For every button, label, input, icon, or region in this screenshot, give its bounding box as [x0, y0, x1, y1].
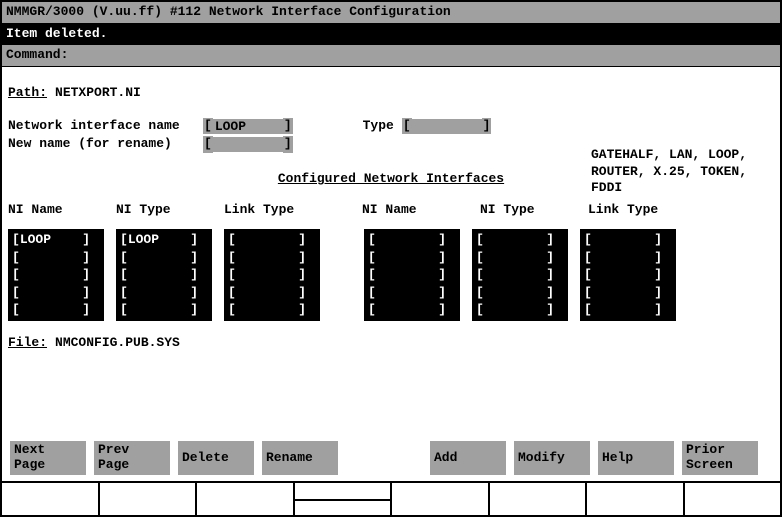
table-cell[interactable]: [ ]	[584, 284, 672, 302]
table-cell[interactable]: [ ]	[228, 231, 316, 249]
grid-left: [LOOP ] [ ] [ ] [ ] [ ] [LOOP ] [ ] [ ] …	[8, 229, 320, 321]
col-ni-type: NI Type	[480, 202, 588, 219]
fn-spacer	[346, 441, 422, 475]
bracket: ]	[283, 136, 293, 153]
table-cell[interactable]: [ ]	[120, 266, 208, 284]
column-headers: NI Name NI Type Link Type NI Name NI Typ…	[8, 202, 774, 219]
table-cell[interactable]: [ ]	[368, 301, 456, 319]
ni-name-input[interactable]	[213, 119, 283, 134]
table-cell[interactable]: [LOOP ]	[120, 231, 208, 249]
table-cell[interactable]: [LOOP ]	[12, 231, 100, 249]
col-ni-name-data: [ ] [ ] [ ] [ ] [ ]	[364, 229, 460, 321]
fn-delete[interactable]: Delete	[178, 441, 254, 475]
file-label: File:	[8, 335, 47, 352]
box	[197, 483, 295, 515]
table-cell[interactable]: [ ]	[368, 231, 456, 249]
box	[295, 483, 393, 515]
grid-right: [ ] [ ] [ ] [ ] [ ] [ ] [ ] [ ] [ ]	[364, 229, 676, 321]
box	[2, 483, 100, 515]
status-bar: Item deleted.	[2, 24, 780, 45]
col-link-type: Link Type	[224, 202, 362, 219]
new-name-label: New name (for rename)	[8, 136, 203, 153]
table-cell[interactable]: [ ]	[368, 249, 456, 267]
new-name-input[interactable]	[213, 137, 283, 152]
fn-add[interactable]: Add	[430, 441, 506, 475]
table-cell[interactable]: [ ]	[476, 249, 564, 267]
table-cell[interactable]: [ ]	[120, 249, 208, 267]
table-cell[interactable]: [ ]	[584, 301, 672, 319]
box	[392, 483, 490, 515]
col-ni-type-data: [ ] [ ] [ ] [ ] [ ]	[472, 229, 568, 321]
table-cell[interactable]: [ ]	[476, 266, 564, 284]
table-cell[interactable]: [ ]	[120, 284, 208, 302]
fn-next-page[interactable]: Next Page	[10, 441, 86, 475]
table-cell[interactable]: [ ]	[228, 284, 316, 302]
command-bar[interactable]: Command:	[2, 45, 780, 67]
title-bar: NMMGR/3000 (V.uu.ff) #112 Network Interf…	[2, 2, 780, 24]
ni-name-label: Network interface name	[8, 118, 203, 135]
type-help: GATEHALF, LAN, LOOP, ROUTER, X.25, TOKEN…	[591, 147, 766, 198]
col-ni-name: NI Name	[8, 202, 116, 219]
box	[490, 483, 588, 515]
fn-modify[interactable]: Modify	[514, 441, 590, 475]
table-cell[interactable]: [ ]	[12, 249, 100, 267]
bracket: ]	[283, 118, 293, 135]
main-area: Path: NETXPORT.NI GATEHALF, LAN, LOOP, R…	[2, 67, 780, 358]
table-cell[interactable]: [ ]	[584, 231, 672, 249]
col-ni-type-data: [LOOP ] [ ] [ ] [ ] [ ]	[116, 229, 212, 321]
table-cell[interactable]: [ ]	[12, 266, 100, 284]
col-ni-name-data: [LOOP ] [ ] [ ] [ ] [ ]	[8, 229, 104, 321]
fn-prior-screen[interactable]: Prior Screen	[682, 441, 758, 475]
type-label: Type	[363, 118, 394, 135]
col-link-type: Link Type	[588, 202, 698, 219]
col-ni-type: NI Type	[116, 202, 224, 219]
table-cell[interactable]: [ ]	[12, 284, 100, 302]
command-label: Command:	[6, 47, 68, 62]
table-cell[interactable]: [ ]	[476, 231, 564, 249]
col-link-type-data: [ ] [ ] [ ] [ ] [ ]	[224, 229, 320, 321]
type-input[interactable]	[412, 119, 482, 134]
bracket: [	[402, 118, 412, 135]
type-help-line: FDDI	[591, 180, 766, 197]
table-cell[interactable]: [ ]	[476, 284, 564, 302]
fn-prev-page[interactable]: Prev Page	[94, 441, 170, 475]
function-keys: Next Page Prev Page Delete Rename Add Mo…	[4, 439, 778, 477]
table-cell[interactable]: [ ]	[228, 301, 316, 319]
type-help-line: GATEHALF, LAN, LOOP,	[591, 147, 766, 164]
table-cell[interactable]: [ ]	[228, 266, 316, 284]
bottom-boxes	[2, 481, 780, 515]
table-cell[interactable]: [ ]	[368, 284, 456, 302]
table-cell[interactable]: [ ]	[12, 301, 100, 319]
table-cell[interactable]: [ ]	[368, 266, 456, 284]
bracket: [	[203, 136, 213, 153]
table-cell[interactable]: [ ]	[584, 266, 672, 284]
bracket: [	[203, 118, 213, 135]
fn-help[interactable]: Help	[598, 441, 674, 475]
fn-rename[interactable]: Rename	[262, 441, 338, 475]
table-cell[interactable]: [ ]	[120, 301, 208, 319]
path-value: NETXPORT.NI	[55, 85, 141, 102]
table-cell[interactable]: [ ]	[584, 249, 672, 267]
path-label: Path:	[8, 85, 47, 102]
box	[685, 483, 781, 515]
box	[100, 483, 198, 515]
type-help-line: ROUTER, X.25, TOKEN,	[591, 164, 766, 181]
col-ni-name: NI Name	[362, 202, 480, 219]
window-title: NMMGR/3000 (V.uu.ff) #112 Network Interf…	[6, 4, 451, 19]
status-text: Item deleted.	[6, 26, 107, 41]
col-link-type-data: [ ] [ ] [ ] [ ] [ ]	[580, 229, 676, 321]
bracket: ]	[482, 118, 492, 135]
box	[587, 483, 685, 515]
file-value: NMCONFIG.PUB.SYS	[55, 335, 180, 352]
configured-table: NI Name NI Type Link Type NI Name NI Typ…	[8, 202, 774, 321]
table-cell[interactable]: [ ]	[476, 301, 564, 319]
table-cell[interactable]: [ ]	[228, 249, 316, 267]
